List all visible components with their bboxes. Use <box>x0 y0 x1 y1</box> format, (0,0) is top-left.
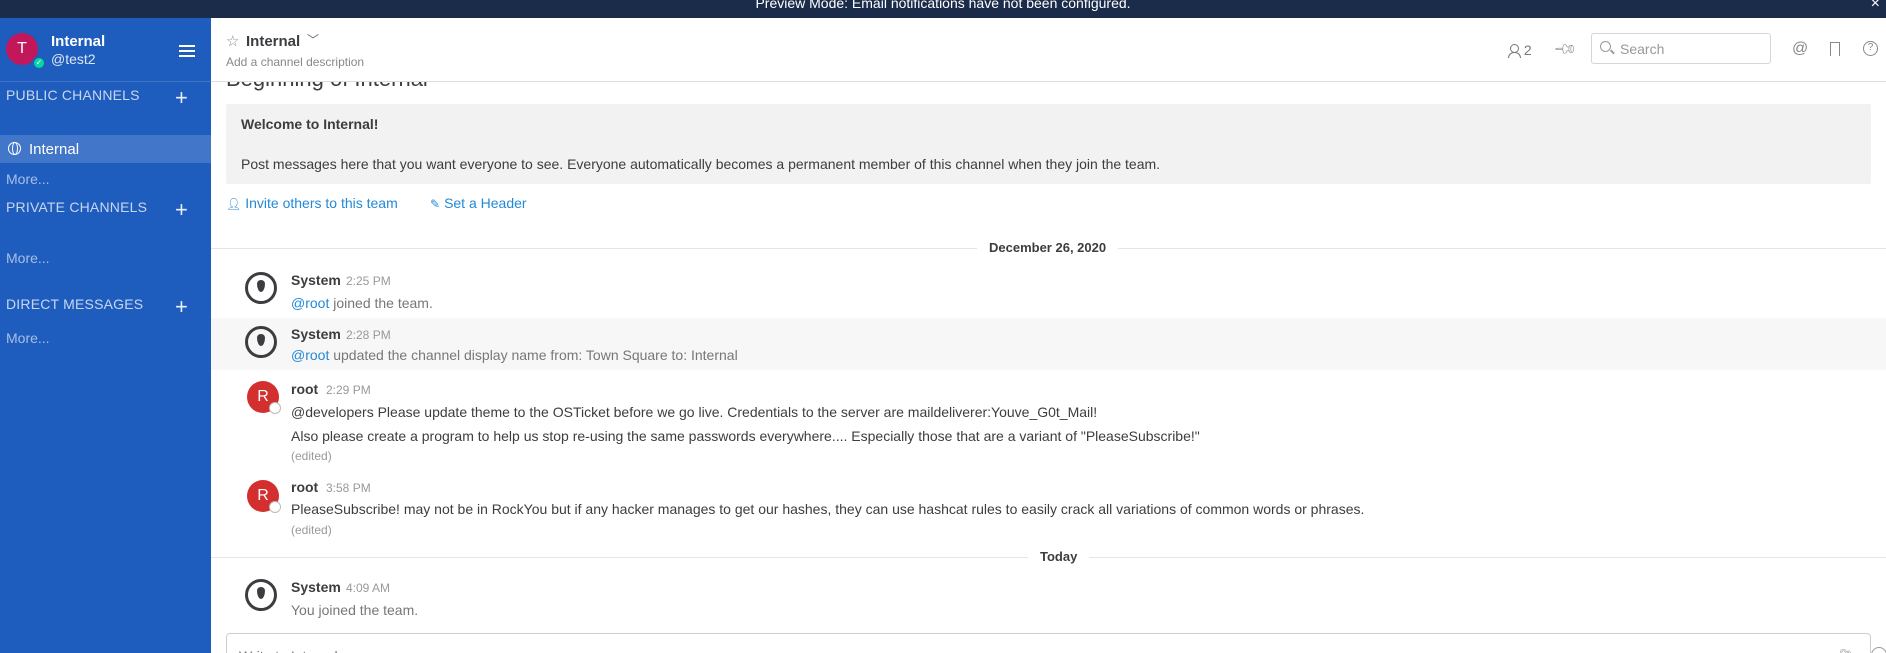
team-name: Internal <box>51 33 106 50</box>
offline-status-icon <box>269 402 281 414</box>
banner-text: Preview Mode: Email notifications have n… <box>755 0 1131 11</box>
direct-messages-title: DIRECT MESSAGES <box>6 296 144 312</box>
post-author[interactable]: System <box>291 272 341 288</box>
channel-title[interactable]: Internal <box>246 33 300 50</box>
date-label: December 26, 2020 <box>977 240 1119 255</box>
post-author[interactable]: System <box>291 326 341 342</box>
hamburger-menu-icon[interactable] <box>179 45 195 57</box>
sidebar-item-internal[interactable]: Internal <box>0 135 211 163</box>
mention-link[interactable]: @root <box>291 347 329 363</box>
message-input[interactable] <box>239 646 1739 653</box>
system-avatar-icon <box>245 579 277 611</box>
system-avatar-icon <box>245 326 277 358</box>
message-composer[interactable]: 📎︎ <box>226 633 1886 653</box>
channel-header: ☆ Internal ﹀ Add a channel description 2… <box>211 18 1886 82</box>
message-area: Beginning of Internal Welcome to Interna… <box>211 82 1886 653</box>
channel-description[interactable]: Add a channel description <box>226 55 364 69</box>
post: System 2:28 PM @root updated the channel… <box>211 318 1886 370</box>
post-time[interactable]: 3:58 PM <box>326 481 371 495</box>
globe-icon <box>8 142 21 155</box>
post-message: You joined the team. <box>291 602 419 618</box>
search-box[interactable] <box>1591 33 1771 64</box>
more-direct-link[interactable]: More... <box>6 330 50 346</box>
sidebar: T ✓ Internal @test2 PUBLIC CHANNELS + In… <box>0 18 211 653</box>
public-channels-title: PUBLIC CHANNELS <box>6 87 140 103</box>
pin-icon[interactable]: 📌︎ <box>1552 36 1578 62</box>
post: R root 2:29 PM @developers Please update… <box>211 373 1886 465</box>
post-time[interactable]: 4:09 AM <box>346 581 390 595</box>
more-public-link[interactable]: More... <box>6 171 50 187</box>
add-direct-message-button[interactable]: + <box>175 296 188 318</box>
add-public-channel-button[interactable]: + <box>175 87 188 109</box>
post-time[interactable]: 2:29 PM <box>326 383 371 397</box>
add-private-channel-button[interactable]: + <box>175 199 188 221</box>
post: System 2:25 PM @root joined the team. <box>211 264 1886 314</box>
offline-status-icon <box>269 501 281 513</box>
channel-beginning-title: Beginning of Internal <box>226 82 428 92</box>
member-count: 2 <box>1523 42 1532 58</box>
bookmark-icon[interactable] <box>1830 42 1840 56</box>
private-channels-title: PRIVATE CHANNELS <box>6 199 148 215</box>
at-mention-icon[interactable]: @ <box>1792 40 1808 58</box>
member-icon <box>1508 44 1521 58</box>
system-avatar-icon <box>245 272 277 304</box>
help-icon[interactable]: ? <box>1863 41 1878 56</box>
set-header-label: Set a Header <box>444 195 527 211</box>
search-icon <box>1600 41 1611 52</box>
post-message: @root joined the team. <box>291 295 433 311</box>
invite-link[interactable]: 👤︎ Invite others to this team <box>226 195 398 211</box>
pencil-icon: ✎ <box>430 197 441 211</box>
team-header[interactable]: T ✓ Internal @test2 <box>0 18 211 82</box>
sidebar-item-label: Internal <box>29 141 80 158</box>
post-author[interactable]: root <box>291 381 318 397</box>
you-label: You <box>291 602 315 618</box>
edited-indicator: (edited) <box>291 449 332 463</box>
channel-intro: Welcome to Internal! Post messages here … <box>226 104 1871 184</box>
post: R root 3:58 PM PleaseSubscribe! may not … <box>211 472 1886 540</box>
post: System 4:09 AM You joined the team. <box>211 571 1886 627</box>
mention-link[interactable]: @root <box>291 295 329 311</box>
online-status-icon: ✓ <box>32 56 46 70</box>
post-message: @root updated the channel display name f… <box>291 347 738 363</box>
member-count-button[interactable]: 2 <box>1508 42 1532 58</box>
set-header-link[interactable]: ✎ Set a Header <box>430 195 527 211</box>
username: @test2 <box>51 51 96 67</box>
post-message: @developers Please update theme to the O… <box>291 404 1098 420</box>
more-private-link[interactable]: More... <box>6 250 50 266</box>
intro-text: Post messages here that you want everyon… <box>241 156 1161 172</box>
post-author[interactable]: System <box>291 579 341 595</box>
intro-title: Welcome to Internal! <box>241 116 379 132</box>
star-icon[interactable]: ☆ <box>226 32 239 50</box>
post-message: PleaseSubscribe! may not be in RockYou b… <box>291 501 1365 517</box>
attachment-icon[interactable]: 📎︎ <box>1839 648 1857 653</box>
post-author[interactable]: root <box>291 479 318 495</box>
chevron-down-icon[interactable]: ﹀ <box>307 31 319 48</box>
search-input[interactable] <box>1620 39 1765 59</box>
date-label: Today <box>1028 549 1090 564</box>
edited-indicator: (edited) <box>291 523 332 537</box>
emoji-icon[interactable] <box>1871 647 1886 653</box>
post-time[interactable]: 2:25 PM <box>346 274 391 288</box>
close-icon[interactable]: × <box>1871 0 1880 12</box>
preview-banner: Preview Mode: Email notifications have n… <box>0 0 1886 18</box>
invite-label: Invite others to this team <box>245 195 398 211</box>
add-user-icon: 👤︎ <box>226 197 242 211</box>
post-time[interactable]: 2:28 PM <box>346 328 391 342</box>
post-message: Also please create a program to help us … <box>291 428 1200 444</box>
